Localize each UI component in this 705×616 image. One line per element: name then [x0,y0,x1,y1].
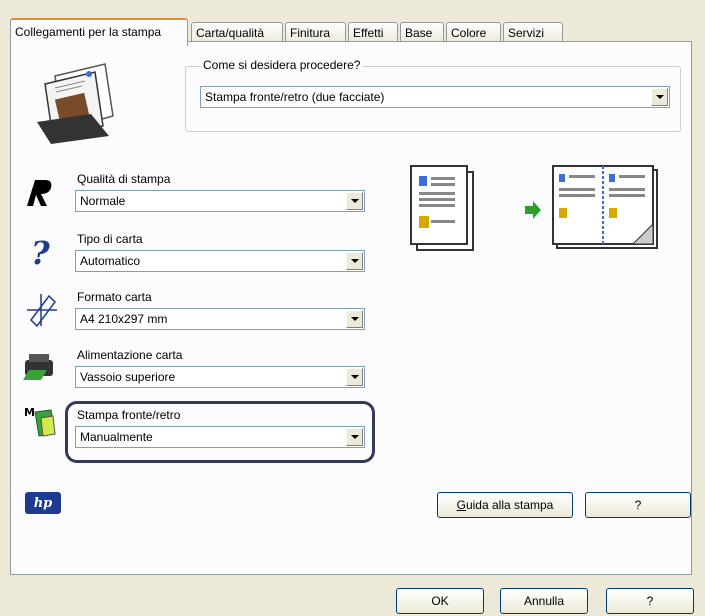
print-quality-icon [27,180,52,206]
print-guide-button[interactable]: Guida alla stampa [437,492,573,518]
duplex-label: Stampa fronte/retro [77,408,181,422]
paper-type-icon: ? [31,234,50,270]
chevron-down-icon[interactable] [346,252,363,270]
ok-button[interactable]: OK [396,588,484,614]
chevron-down-icon[interactable] [651,88,668,106]
cancel-button[interactable]: Annulla [500,588,588,614]
document-illustration-icon [37,63,114,144]
paper-type-dropdown[interactable]: Automatico [75,250,365,272]
paper-type-value: Automatico [80,254,141,268]
chevron-down-icon[interactable] [346,428,363,446]
paper-type-label: Tipo di carta [77,232,143,246]
cancel-label: Annulla [523,594,565,608]
print-guide-label: uida alla stampa [465,498,554,512]
paper-source-icon [23,354,53,380]
duplex-icon: M [24,406,56,437]
procedure-value: Stampa fronte/retro (due facciate) [205,90,385,104]
dialog-help-label: ? [646,594,654,608]
paper-source-dropdown[interactable]: Vassoio superiore [75,366,365,388]
paper-size-value: A4 210x297 mm [80,312,168,326]
tab-panel: Come si desidera procedere? Stampa front… [10,41,692,575]
panel-help-button[interactable]: ? [585,492,691,518]
quality-label: Qualità di stampa [77,172,171,186]
print-guide-accel: G [456,498,466,512]
chevron-down-icon[interactable] [346,368,363,386]
procedure-groupbox: Come si desidera procedere? Stampa front… [185,58,681,132]
tab-print-shortcuts[interactable]: Collegamenti per la stampa [10,18,188,46]
paper-size-icon [27,294,57,328]
panel-help-label: ? [634,498,642,512]
quality-value: Normale [80,194,126,208]
hp-logo: hp [25,492,61,514]
quality-dropdown[interactable]: Normale [75,190,365,212]
dialog-help-button[interactable]: ? [606,588,694,614]
chevron-down-icon[interactable] [346,310,363,328]
ok-label: OK [431,594,449,608]
svg-text:?: ? [31,234,50,270]
chevron-down-icon[interactable] [346,192,363,210]
duplex-value: Manualmente [80,430,153,444]
paper-source-value: Vassoio superiore [80,370,176,384]
paper-size-dropdown[interactable]: A4 210x297 mm [75,308,365,330]
paper-source-label: Alimentazione carta [77,348,183,362]
svg-text:M: M [24,406,35,419]
duplex-dropdown[interactable]: Manualmente [75,426,365,448]
duplex-preview-icon [410,165,658,251]
paper-size-label: Formato carta [77,290,152,304]
tab-strip: Collegamenti per la stampa Carta/qualità… [10,4,700,46]
procedure-dropdown[interactable]: Stampa fronte/retro (due facciate) [200,86,670,108]
procedure-legend: Come si desidera procedere? [200,58,364,72]
